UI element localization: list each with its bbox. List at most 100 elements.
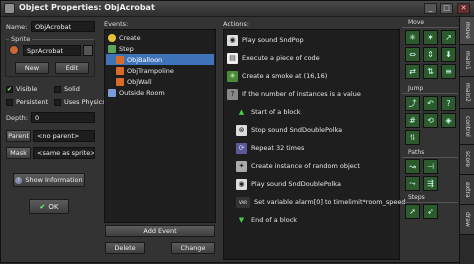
tab-control[interactable]: control	[460, 109, 474, 145]
action-label: Stop sound SndDoublePolka	[251, 126, 343, 134]
depth-label: Depth:	[6, 114, 28, 122]
tab-label: main2	[464, 83, 471, 102]
ok-button[interactable]: ✔ OK	[29, 199, 69, 214]
persistent-check-icon	[6, 98, 13, 106]
tab-move[interactable]: move	[460, 17, 474, 45]
sprite-menu-icon[interactable]	[83, 45, 93, 56]
bounce-icon[interactable]: ⥮	[405, 130, 420, 145]
name-field[interactable]: ObjAcrobat	[31, 21, 95, 32]
step-icon	[108, 44, 116, 53]
tab-main1[interactable]: main1	[460, 45, 474, 77]
minimize-button[interactable]: _	[424, 3, 437, 14]
move-free-icon[interactable]: ✶	[423, 30, 438, 45]
actions-list[interactable]: ◉ Play sound SndPop ▤ Execute a piece of co…	[223, 29, 406, 260]
code-icon: ▤	[227, 52, 238, 64]
action-item[interactable]: ⊗ Stop sound SndDoublePolka	[236, 123, 342, 137]
reverse-vertical-icon[interactable]: ⇅	[423, 64, 438, 79]
action-item[interactable]: ⟳ Repeat 32 times	[236, 141, 304, 155]
move-section-label: Move	[402, 19, 458, 28]
action-item[interactable]: ◉ Play sound SndPop	[227, 33, 304, 47]
action-item[interactable]: ✳ Create a smoke at (16,16)	[227, 69, 327, 83]
move-fixed-icon[interactable]: ✳	[405, 30, 420, 45]
solid-checkbox[interactable]: Solid	[54, 85, 80, 93]
path-position-icon[interactable]: ⤳	[405, 176, 420, 191]
show-information-button[interactable]: i Show Information	[13, 173, 85, 187]
collision-icon	[116, 77, 124, 86]
var-icon: VAR	[236, 196, 250, 208]
mask-field[interactable]: <same as sprite>	[33, 147, 95, 159]
step-towards-icon[interactable]: ➚	[405, 204, 420, 219]
speed-vertical-icon[interactable]: ⇕	[423, 47, 438, 62]
parent-field[interactable]: <no parent>	[33, 130, 95, 142]
action-label: Repeat 32 times	[251, 144, 305, 152]
info-icon: i	[15, 176, 23, 184]
close-button[interactable]: ✕	[457, 3, 470, 14]
tab-extra[interactable]: extra	[460, 175, 474, 205]
events-list[interactable]: Create Step ObjBalloon ObjTrampoline ObjWall…	[104, 29, 216, 223]
uses-physics-checkbox[interactable]: Uses Physics	[54, 98, 106, 106]
jump-random-icon[interactable]: ?	[441, 96, 456, 111]
delete-event-button[interactable]: Delete	[105, 242, 145, 254]
sprite-label: Sprite	[9, 35, 33, 43]
add-event-button[interactable]: Add Event	[105, 225, 215, 237]
action-item[interactable]: ◉ Play sound SndDoublePolka	[236, 177, 341, 191]
tab-label: control	[464, 116, 471, 137]
show-information-label: Show Information	[25, 176, 83, 184]
sprite-field[interactable]: SprAcrobat	[23, 45, 81, 56]
end-block-icon: ▼	[238, 215, 245, 224]
action-item[interactable]: VAR Set variable alarm[0] to timelimit*ro…	[236, 195, 406, 209]
maximize-button[interactable]: □	[440, 3, 453, 14]
actions-header: Actions:	[223, 20, 249, 28]
object-icon	[4, 3, 15, 14]
change-event-button[interactable]: Change	[171, 242, 215, 254]
action-item[interactable]: ▤ Execute a piece of code	[227, 51, 320, 65]
gravity-icon[interactable]: ⬇	[441, 47, 456, 62]
align-grid-icon[interactable]: #	[405, 113, 420, 128]
path-speed-icon[interactable]: ⇶	[423, 176, 438, 191]
sound-icon: ◉	[236, 178, 247, 190]
new-sprite-button[interactable]: New	[15, 62, 49, 74]
action-label: End of a block	[251, 216, 298, 224]
tab-score[interactable]: score	[460, 145, 474, 175]
lightbulb-icon	[108, 33, 116, 42]
window-title: Object Properties: ObjAcrobat	[19, 3, 155, 12]
ok-label: OK	[48, 202, 59, 211]
reverse-horizontal-icon[interactable]: ⇄	[405, 64, 420, 79]
action-item[interactable]: ▲ Start of a block	[236, 105, 301, 119]
event-label: ObjBalloon	[127, 55, 163, 64]
wrap-screen-icon[interactable]: ⟲	[423, 113, 438, 128]
speed-horizontal-icon[interactable]: ⇔	[405, 47, 420, 62]
event-item[interactable]: ObjBalloon	[106, 54, 214, 65]
solid-label: Solid	[64, 85, 80, 93]
move-towards-icon[interactable]: ↗	[441, 30, 456, 45]
action-label: Create instance of random object	[251, 162, 360, 170]
jump-to-position-icon[interactable]: ⤴	[405, 96, 420, 111]
action-item[interactable]: ? If the number of instances is a value	[227, 87, 361, 101]
action-item[interactable]: ▼ End of a block	[236, 213, 297, 227]
event-item[interactable]: Step	[106, 43, 214, 54]
move-to-contact-icon[interactable]: ◈	[441, 113, 456, 128]
jump-section-label: Jump	[402, 85, 458, 94]
action-item[interactable]: ✦ Create instance of random object	[236, 159, 360, 173]
visible-checkbox[interactable]: ✔ Visible	[6, 85, 37, 93]
parent-button[interactable]: Parent	[6, 130, 31, 142]
event-item[interactable]: Outside Room	[106, 87, 214, 98]
name-label: Name:	[6, 23, 28, 31]
uses-physics-check-icon	[54, 98, 61, 106]
event-item[interactable]: Create	[106, 32, 214, 43]
event-item[interactable]: ObjTrampoline	[106, 65, 214, 76]
uses-physics-label: Uses Physics	[64, 98, 106, 106]
friction-icon[interactable]: ≡	[441, 64, 456, 79]
persistent-checkbox[interactable]: Persistent	[6, 98, 48, 106]
tab-draw[interactable]: draw	[460, 205, 474, 235]
set-path-icon[interactable]: ↝	[405, 159, 420, 174]
end-path-icon[interactable]: ⊣	[423, 159, 438, 174]
jump-to-start-icon[interactable]: ↶	[423, 96, 438, 111]
depth-field[interactable]: 0	[31, 112, 95, 123]
event-item[interactable]: ObjWall	[106, 76, 214, 87]
step-avoiding-icon[interactable]: ➶	[423, 204, 438, 219]
edit-sprite-button[interactable]: Edit	[55, 62, 89, 74]
event-label: Step	[119, 44, 134, 53]
mask-button[interactable]: Mask	[6, 147, 31, 159]
tab-main2[interactable]: main2	[460, 77, 474, 109]
